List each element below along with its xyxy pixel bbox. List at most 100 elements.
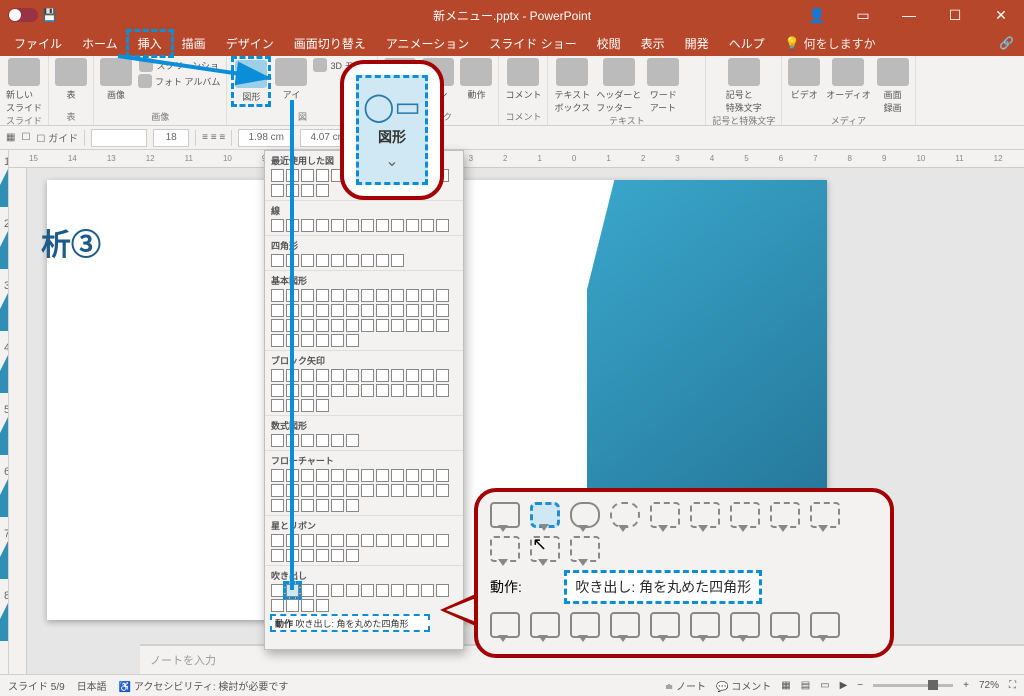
shape-option[interactable]	[301, 584, 314, 597]
zoom-level[interactable]: 72%	[979, 680, 999, 691]
autosave-toggle[interactable]: 💾	[8, 8, 57, 22]
shape-option[interactable]	[331, 484, 344, 497]
shape-option[interactable]	[421, 219, 434, 232]
audio-button[interactable]: オーディオ	[826, 58, 870, 101]
zoom-out-button[interactable]: −	[857, 680, 863, 691]
video-button[interactable]: ビデオ	[788, 58, 820, 101]
view-normal-icon[interactable]: ▦	[781, 680, 790, 691]
shape-option[interactable]	[406, 384, 419, 397]
shape-option[interactable]	[406, 219, 419, 232]
shape-option[interactable]	[346, 334, 359, 347]
shape-option[interactable]	[376, 384, 389, 397]
callout-shape-line3[interactable]	[730, 502, 760, 528]
shape-option[interactable]	[331, 384, 344, 397]
shape-option[interactable]	[361, 534, 374, 547]
shape-option[interactable]	[421, 319, 434, 332]
view-slideshow-icon[interactable]: ▶	[840, 680, 848, 691]
tab-slideshow[interactable]: スライド ショー	[479, 31, 586, 56]
shape-option[interactable]	[331, 534, 344, 547]
comments-toggle[interactable]: 💬 コメント	[716, 678, 771, 693]
shape-option[interactable]	[301, 469, 314, 482]
tab-animations[interactable]: アニメーション	[376, 31, 480, 56]
view-icon[interactable]: ▦	[6, 132, 15, 143]
shape-option[interactable]	[301, 534, 314, 547]
action-button-shape[interactable]	[530, 612, 560, 638]
tab-transitions[interactable]: 画面切り替え	[284, 31, 376, 56]
shape-option[interactable]	[436, 304, 449, 317]
tab-draw[interactable]: 描画	[172, 31, 216, 56]
shape-option[interactable]	[436, 319, 449, 332]
shape-option[interactable]	[346, 549, 359, 562]
action-button-shape[interactable]	[570, 612, 600, 638]
tab-design[interactable]: デザイン	[216, 31, 284, 56]
notes-toggle[interactable]: ≐ ノート	[665, 678, 706, 693]
shape-option[interactable]	[316, 469, 329, 482]
shape-option[interactable]	[361, 289, 374, 302]
shape-option[interactable]	[316, 254, 329, 267]
shapes-gallery-dropdown[interactable]: 最近使用した図線四角形基本図形ブロック矢印数式図形フローチャート星とリボン吹き出…	[264, 150, 464, 650]
shape-option[interactable]	[316, 334, 329, 347]
shape-option[interactable]	[391, 304, 404, 317]
wordart-button[interactable]: ワード アート	[647, 58, 679, 114]
shape-option[interactable]	[271, 599, 284, 612]
accessibility-status[interactable]: ♿ アクセシビリティ: 検討が必要です	[119, 678, 289, 693]
shape-option[interactable]	[421, 469, 434, 482]
shape-option[interactable]	[316, 184, 329, 197]
shape-option[interactable]	[271, 319, 284, 332]
shape-option[interactable]	[331, 469, 344, 482]
tab-developer[interactable]: 開発	[675, 31, 719, 56]
tab-home[interactable]: ホーム	[72, 31, 128, 56]
callout-shape-line5[interactable]	[810, 502, 840, 528]
shape-option[interactable]	[421, 484, 434, 497]
shape-option[interactable]	[331, 499, 344, 512]
shape-option[interactable]	[391, 319, 404, 332]
callout-shape-line4[interactable]	[770, 502, 800, 528]
shape-option[interactable]	[391, 469, 404, 482]
shape-option[interactable]	[346, 469, 359, 482]
shape-option[interactable]	[301, 304, 314, 317]
shape-height-field[interactable]: 1.98 cm	[238, 129, 294, 147]
shape-option[interactable]	[301, 289, 314, 302]
tab-insert[interactable]: 挿入	[128, 31, 172, 56]
shape-option[interactable]	[331, 584, 344, 597]
shape-option[interactable]	[406, 304, 419, 317]
shape-option[interactable]	[346, 484, 359, 497]
shape-option[interactable]	[316, 499, 329, 512]
shape-option[interactable]	[301, 434, 314, 447]
shape-option[interactable]	[316, 399, 329, 412]
shape-option[interactable]	[361, 319, 374, 332]
shape-option[interactable]	[301, 169, 314, 182]
shape-option[interactable]	[271, 289, 284, 302]
shape-option[interactable]	[301, 254, 314, 267]
callout-shape-line6[interactable]	[490, 536, 520, 562]
shape-option[interactable]	[271, 369, 284, 382]
tab-file[interactable]: ファイル	[4, 31, 72, 56]
shape-option[interactable]	[421, 584, 434, 597]
callout-shape-line8[interactable]	[570, 536, 600, 562]
action-button-shape[interactable]	[610, 612, 640, 638]
textbox-button[interactable]: テキスト ボックス	[554, 58, 590, 114]
shape-option[interactable]	[376, 304, 389, 317]
shape-option[interactable]	[421, 289, 434, 302]
shape-option[interactable]	[346, 304, 359, 317]
action-button-shape[interactable]	[650, 612, 680, 638]
shape-option[interactable]	[316, 599, 329, 612]
shape-option[interactable]	[361, 369, 374, 382]
shape-option[interactable]	[406, 369, 419, 382]
tab-help[interactable]: ヘルプ	[719, 31, 775, 56]
shape-option[interactable]	[301, 499, 314, 512]
shape-option[interactable]	[271, 484, 284, 497]
shape-option[interactable]	[271, 254, 284, 267]
shape-option[interactable]	[436, 289, 449, 302]
action-button-shape[interactable]	[490, 612, 520, 638]
screen-recording-button[interactable]: 画面 録画	[877, 58, 909, 114]
view-sorter-icon[interactable]: ▤	[801, 680, 810, 691]
shape-option[interactable]	[271, 549, 284, 562]
shape-option[interactable]	[346, 254, 359, 267]
display-options-icon[interactable]: ▭	[840, 0, 886, 30]
shape-option[interactable]	[316, 484, 329, 497]
shape-option[interactable]	[421, 369, 434, 382]
shape-option[interactable]	[271, 304, 284, 317]
shape-option[interactable]	[331, 254, 344, 267]
shape-option[interactable]	[361, 254, 374, 267]
